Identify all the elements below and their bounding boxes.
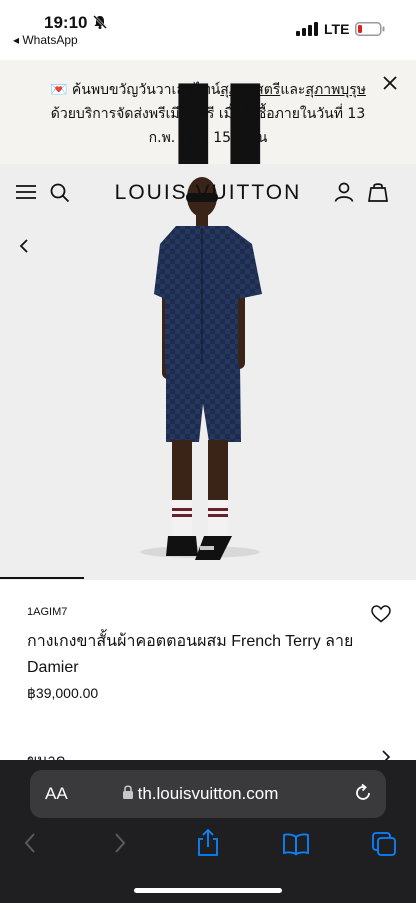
product-sku: 1AGIM7 [27, 606, 68, 618]
cellular-signal-icon [296, 22, 318, 36]
promo-line-3: ก.พ. เวลา 15.00 น [148, 130, 268, 146]
promo-text: 💌 ค้นพบขวัญวันวาเลนไทน์สุภาพสตรีและสุภาพ… [40, 78, 376, 150]
promo-conjunction: และ [280, 82, 306, 98]
tabs-icon[interactable] [371, 831, 397, 857]
product-image[interactable] [0, 164, 416, 580]
back-to-app-link[interactable]: ◂ WhatsApp [13, 33, 78, 47]
home-indicator[interactable] [134, 888, 282, 893]
heart-icon[interactable] [371, 605, 391, 623]
product-title: กางเกงขาสั้นผ้าคอตตอนผสม French Terry ลา… [27, 633, 354, 676]
status-bar: 19:10 ◂ WhatsApp LTE [0, 0, 416, 58]
shopping-bag-icon[interactable] [368, 182, 388, 202]
promo-line-1: 💌 ค้นพบขวัญวันวาเลนไทน์ [50, 82, 221, 98]
image-progress-indicator [0, 577, 84, 579]
bookmarks-icon[interactable] [282, 832, 310, 856]
forward-arrow-icon[interactable] [112, 831, 128, 855]
product-price: ฿39,000.00 [27, 685, 99, 701]
close-icon[interactable] [381, 74, 399, 92]
promo-line-2: ด้วยบริการจัดส่งพรีเมียมฟรี เมื่อสั่งซื้… [50, 106, 366, 122]
model-illustration [140, 177, 262, 560]
account-icon[interactable] [334, 182, 354, 202]
men-link[interactable]: สุภาพบุรุษ [305, 82, 366, 98]
bell-muted-icon [93, 15, 107, 29]
share-icon[interactable] [196, 828, 220, 858]
status-time: 19:10 [44, 13, 88, 32]
network-type: LTE [324, 21, 350, 37]
reload-icon[interactable] [352, 782, 374, 804]
women-link[interactable]: สุภาพสตรี [220, 82, 280, 98]
back-arrow-icon[interactable] [22, 831, 38, 855]
back-chevron-icon[interactable] [18, 238, 30, 254]
battery-low-icon [355, 22, 385, 36]
